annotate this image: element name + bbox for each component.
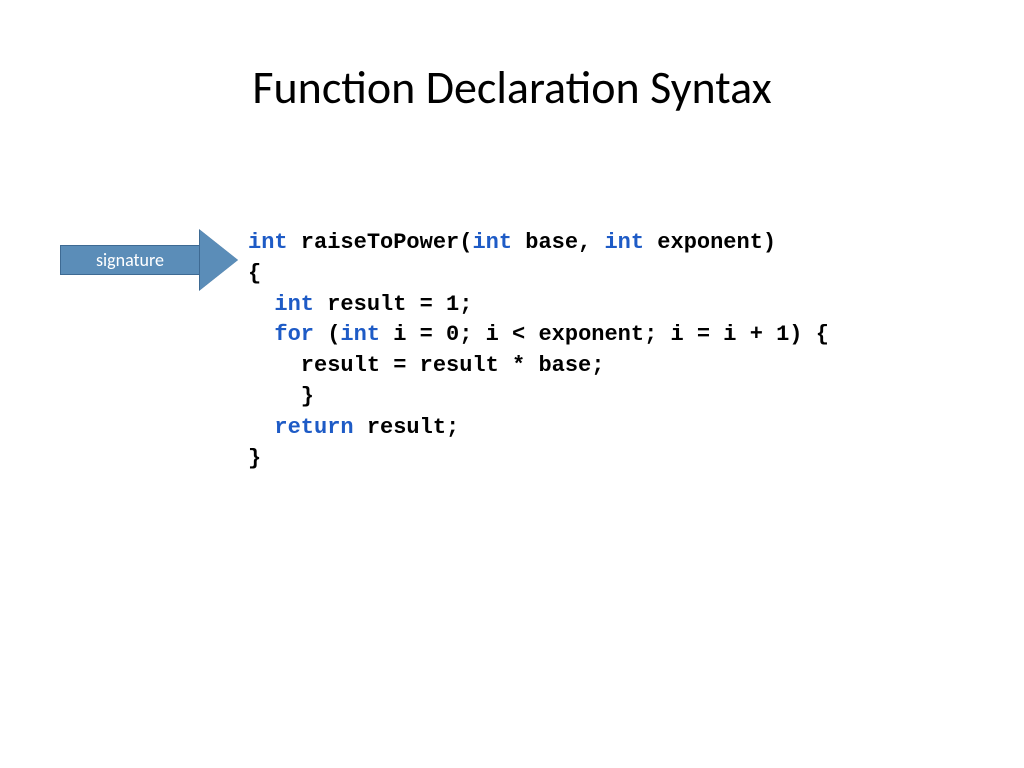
callout-label-box: signature xyxy=(60,245,200,275)
code-pad xyxy=(248,415,274,440)
code-text: raiseToPower( xyxy=(288,230,473,255)
code-keyword: int xyxy=(472,230,512,255)
code-keyword: for xyxy=(274,322,314,347)
code-text: i = 0; i < exponent; i = i + 1) { xyxy=(380,322,829,347)
code-keyword: int xyxy=(248,230,288,255)
code-text: } xyxy=(248,446,261,471)
code-text: base, xyxy=(512,230,604,255)
code-pad xyxy=(248,292,274,317)
arrow-right-icon xyxy=(200,230,238,290)
callout-label: signature xyxy=(96,249,164,271)
code-text: } xyxy=(248,384,314,409)
signature-arrow-callout: signature xyxy=(60,230,240,290)
code-text: { xyxy=(248,261,261,286)
content-area: signature int raiseToPower(int base, int… xyxy=(60,228,829,474)
code-block: int raiseToPower(int base, int exponent)… xyxy=(248,228,829,474)
slide-title: Function Declaration Syntax xyxy=(0,0,1024,116)
code-text: result; xyxy=(354,415,460,440)
code-keyword: return xyxy=(274,415,353,440)
code-keyword: int xyxy=(340,322,380,347)
code-keyword: int xyxy=(604,230,644,255)
code-text: ( xyxy=(314,322,340,347)
code-text: result = 1; xyxy=(314,292,472,317)
code-keyword: int xyxy=(274,292,314,317)
code-text: result = result * base; xyxy=(248,353,604,378)
code-pad xyxy=(248,322,274,347)
code-text: exponent) xyxy=(644,230,776,255)
